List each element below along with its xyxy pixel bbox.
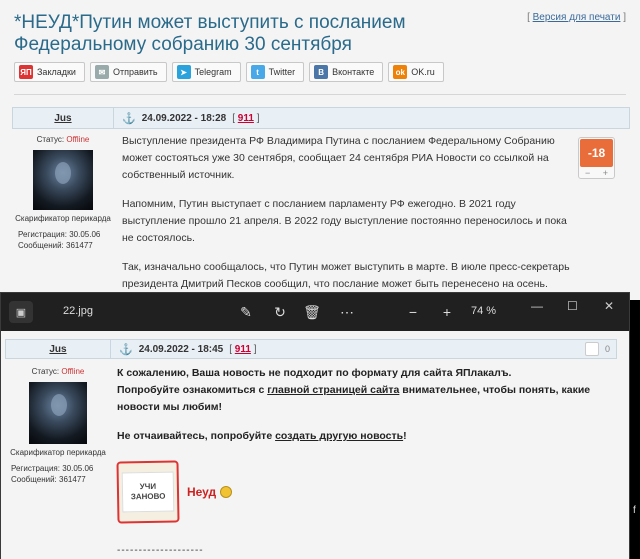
stamp-text: УЧИ ЗАНОВО <box>121 471 175 513</box>
share-label: Telegram <box>194 67 232 77</box>
post-header: Jus ⚓ 24.09.2022 - 18:45 [ 911 ] 0 <box>5 339 617 359</box>
author-cell: Jus <box>5 339 111 359</box>
share-bar: ЯП Закладки ✉ Отправить ➤ Telegram t Twi… <box>14 62 444 82</box>
message-line: Не отчаивайтесь, попробуйте создать друг… <box>117 430 407 442</box>
zoom-in-icon[interactable]: + <box>438 303 456 321</box>
rating-widget: 0 <box>584 342 610 356</box>
post-number-link[interactable]: 911 <box>238 113 254 124</box>
edge-fragment: f <box>633 505 636 516</box>
anchor-icon[interactable]: ⚓ <box>119 343 133 356</box>
post-number: [ 911 ] <box>232 112 260 124</box>
user-info: Статус: Offline Скарификатор перикарда Р… <box>5 363 111 485</box>
image-viewer-window: ▣ 22.jpg ✎ ↻ 🗑 ⋯ − + 74 % — ☐ ✕ Jus ⚓ 24… <box>0 292 630 559</box>
forum-page: *НЕУД*Путин может выступить с посланием … <box>0 0 640 300</box>
avatar[interactable] <box>33 150 93 210</box>
post-paragraph: Выступление президента РФ Владимира Пути… <box>122 135 555 181</box>
post-header: Jus ⚓ 24.09.2022 - 18:28 [ 911 ] <box>12 107 630 129</box>
status-badge: Offline <box>61 367 85 376</box>
moderator-message: К сожалению, Ваша новость не подходит по… <box>117 365 607 457</box>
telegram-icon: ➤ <box>176 65 191 79</box>
create-news-link[interactable]: создать другую новость <box>275 430 403 442</box>
post-number: [ 911 ] <box>229 343 257 355</box>
more-options-icon[interactable]: ⋯ <box>338 303 356 321</box>
anchor-icon[interactable]: ⚓ <box>122 112 136 125</box>
rotate-icon[interactable]: ↻ <box>271 303 289 321</box>
print-bracket-close: ] <box>620 12 626 23</box>
rating-value: 0 <box>604 344 610 354</box>
grade-stamp: УЧИ ЗАНОВО Неуд <box>116 460 233 524</box>
user-info: Статус: Offline Скарификатор перикарда Р… <box>12 131 114 251</box>
viewer-image-content: Jus ⚓ 24.09.2022 - 18:45 [ 911 ] 0 Стату… <box>1 331 629 559</box>
status-line: Статус: Offline <box>31 367 85 376</box>
page-title: *НЕУД*Путин может выступить с посланием … <box>14 12 406 55</box>
registration: Регистрация: 30.05.06 <box>11 464 94 473</box>
share-label: Twitter <box>268 67 296 77</box>
post-date: 24.09.2022 - 18:45 <box>138 343 224 355</box>
share-label: Вконтакте <box>332 67 375 77</box>
print-version-link[interactable]: Версия для печати <box>533 12 621 23</box>
smiley-icon <box>220 486 233 498</box>
close-icon[interactable]: ✕ <box>604 299 614 313</box>
share-ok-button[interactable]: ok OK.ru <box>388 62 444 82</box>
rating-value: -18 <box>580 139 613 167</box>
viewer-titlebar: ▣ 22.jpg ✎ ↻ 🗑 ⋯ − + 74 % — ☐ ✕ <box>1 293 629 331</box>
share-label: Закладки <box>37 67 76 77</box>
post-count: Сообщений: 361477 <box>11 475 86 484</box>
rating-plus-button[interactable]: + <box>603 168 608 178</box>
zoom-out-icon[interactable]: − <box>404 303 422 321</box>
print-version: [ Версия для печати ] <box>527 12 626 23</box>
rating-widget: -18 − + <box>578 137 615 179</box>
post-count: Сообщений: 361477 <box>18 241 93 250</box>
post-meta: ⚓ 24.09.2022 - 18:45 [ 911 ] 0 <box>111 339 617 359</box>
minimize-icon[interactable]: — <box>531 299 543 313</box>
learn-again-stamp: УЧИ ЗАНОВО <box>116 460 180 524</box>
rating-box[interactable] <box>584 342 599 356</box>
post-number-link[interactable]: 911 <box>235 344 251 355</box>
user-title: Скарификатор перикарда <box>15 214 111 223</box>
post-paragraph: Так, изначально сообщалось, что Путин мо… <box>122 261 570 290</box>
author-cell: Jus <box>12 107 114 129</box>
ok-icon: ok <box>393 65 408 79</box>
user-meta: Регистрация: 30.05.06 Сообщений: 361477 <box>5 463 111 485</box>
share-vk-button[interactable]: B Вконтакте <box>309 62 384 82</box>
share-telegram-button[interactable]: ➤ Telegram <box>171 62 241 82</box>
status-line: Статус: Offline <box>36 135 90 144</box>
post-meta: ⚓ 24.09.2022 - 18:28 [ 911 ] <box>114 107 630 129</box>
viewer-filename: 22.jpg <box>63 305 93 317</box>
post-paragraph: Напомним, Путин выступает с посланием па… <box>122 198 567 244</box>
post-body: Выступление президента РФ Владимира Пути… <box>122 133 572 300</box>
main-page-link[interactable]: главной страницей сайта <box>267 384 399 396</box>
vk-icon: B <box>314 65 329 79</box>
gallery-icon[interactable]: ▣ <box>9 301 33 323</box>
message-line: К сожалению, Ваша новость не подходит по… <box>117 367 591 413</box>
post-date: 24.09.2022 - 18:28 <box>141 112 227 124</box>
share-label: Отправить <box>112 67 158 77</box>
share-bookmarks-button[interactable]: ЯП Закладки <box>14 62 85 82</box>
avatar[interactable] <box>29 382 87 444</box>
edit-image-icon[interactable]: ✎ <box>237 303 255 321</box>
zoom-level: 74 % <box>471 305 497 317</box>
registration: Регистрация: 30.05.06 <box>18 230 101 239</box>
share-send-button[interactable]: ✉ Отправить <box>89 62 167 82</box>
share-label: OK.ru <box>411 67 435 77</box>
grade-label: Неуд <box>187 485 233 499</box>
divider <box>14 94 626 95</box>
yaplakal-icon: ЯП <box>19 65 33 79</box>
mail-icon: ✉ <box>94 65 109 79</box>
user-meta: Регистрация: 30.05.06 Сообщений: 361477 <box>12 229 114 251</box>
author-link[interactable]: Jus <box>54 113 71 124</box>
delete-icon[interactable]: 🗑 <box>303 303 321 321</box>
author-link[interactable]: Jus <box>49 344 66 355</box>
status-badge: Offline <box>66 135 90 144</box>
twitter-icon: t <box>250 65 265 79</box>
share-twitter-button[interactable]: t Twitter <box>245 62 305 82</box>
maximize-icon[interactable]: ☐ <box>567 299 578 313</box>
signature-separator: -------------------- <box>117 545 204 556</box>
user-title: Скарификатор перикарда <box>10 448 106 457</box>
rating-minus-button[interactable]: − <box>585 168 590 178</box>
